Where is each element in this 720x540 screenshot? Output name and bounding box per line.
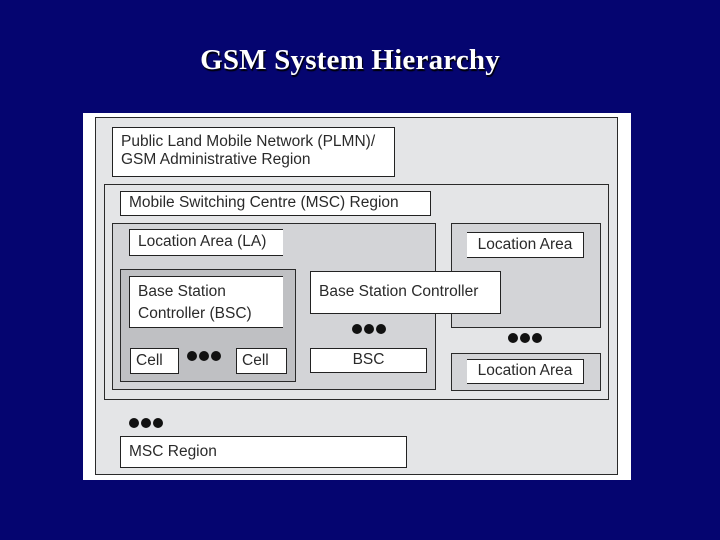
cell-right-label-text: Cell [242, 351, 269, 369]
location-area-right-bottom-label: Location Area [467, 359, 584, 384]
cell-left-label: Cell [130, 348, 179, 374]
bsc-short-label-text: BSC [352, 351, 385, 369]
dot [187, 351, 197, 361]
cell-right-label: Cell [236, 348, 287, 374]
la-ellipsis-icon [508, 333, 542, 343]
msc-region-bottom-label: MSC Region [120, 436, 407, 468]
cells-ellipsis-icon [187, 351, 221, 361]
dot [364, 324, 374, 334]
dot [508, 333, 518, 343]
plmn-label: Public Land Mobile Network (PLMN)/ GSM A… [112, 127, 395, 177]
dot [352, 324, 362, 334]
dot [199, 351, 209, 361]
dot [520, 333, 530, 343]
dot [532, 333, 542, 343]
dot [129, 418, 139, 428]
msc-region-bottom-label-text: MSC Region [129, 442, 217, 460]
slide-title: GSM System Hierarchy [200, 44, 500, 76]
location-area-right-top-label: Location Area [467, 232, 584, 258]
msc-region-label-text: Mobile Switching Centre (MSC) Region [129, 194, 399, 212]
dot [153, 418, 163, 428]
location-area-right-bottom-label-text: Location Area [477, 362, 573, 380]
bsc-short-label: BSC [310, 348, 427, 373]
location-area-label: Location Area (LA) [129, 229, 283, 256]
location-area-right-top-label-text: Location Area [477, 235, 573, 253]
msc-ellipsis-icon [129, 418, 163, 428]
bsc-label-text: Base Station Controller (BSC) [138, 283, 252, 322]
bsc-ellipsis-icon [352, 324, 386, 334]
location-area-label-text: Location Area (LA) [138, 233, 267, 251]
dot [376, 324, 386, 334]
plmn-label-text: Public Land Mobile Network (PLMN)/ GSM A… [121, 133, 376, 168]
msc-region-label: Mobile Switching Centre (MSC) Region [120, 191, 431, 216]
cell-left-label-text: Cell [136, 351, 163, 369]
dot [141, 418, 151, 428]
bsc-label: Base Station Controller (BSC) [129, 276, 283, 328]
dot [211, 351, 221, 361]
bsc2-label-overlay-text: Base Station Controller [319, 283, 479, 301]
bsc2-label-overlay: Base Station Controller [310, 271, 501, 314]
